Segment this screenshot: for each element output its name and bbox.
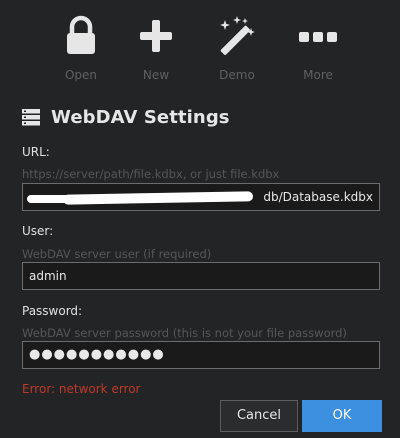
user-hint: WebDAV server user (if required) bbox=[22, 247, 212, 261]
server-icon bbox=[22, 109, 40, 126]
top-toolbar: Open New Demo More bbox=[0, 8, 400, 94]
url-hint: https://server/path/file.kdbx, or just f… bbox=[22, 167, 280, 181]
user-value: admin bbox=[29, 269, 67, 283]
cancel-button[interactable]: Cancel bbox=[220, 400, 298, 432]
webdav-settings-screen: Open New Demo More WebDAV Settings URL: … bbox=[0, 0, 400, 438]
ok-button[interactable]: OK bbox=[302, 400, 382, 432]
password-label: Password: bbox=[22, 304, 83, 318]
lock-icon bbox=[67, 15, 95, 54]
user-input[interactable]: admin bbox=[22, 262, 380, 290]
magic-wand-icon bbox=[220, 16, 255, 55]
redaction-mark bbox=[62, 191, 254, 205]
password-value: ●●●●●●●●●●● bbox=[29, 347, 165, 362]
url-input[interactable]: db/Database.kdbx bbox=[22, 183, 380, 211]
open-button[interactable]: Open bbox=[46, 8, 116, 94]
ellipsis-icon bbox=[299, 32, 337, 42]
open-label: Open bbox=[64, 68, 98, 82]
url-label: URL: bbox=[22, 145, 50, 159]
password-input[interactable]: ●●●●●●●●●●● bbox=[22, 341, 380, 369]
demo-button[interactable]: Demo bbox=[202, 8, 272, 94]
plus-icon bbox=[140, 20, 172, 52]
demo-label: Demo bbox=[219, 68, 255, 82]
password-hint: WebDAV server password (this is not your… bbox=[22, 326, 347, 340]
page-title: WebDAV Settings bbox=[51, 106, 230, 128]
user-label: User: bbox=[22, 224, 54, 238]
more-button[interactable]: More bbox=[283, 8, 353, 94]
error-message: Error: network error bbox=[22, 382, 141, 396]
more-label: More bbox=[303, 68, 333, 82]
new-label: New bbox=[142, 68, 170, 82]
new-button[interactable]: New bbox=[121, 8, 191, 94]
url-value: db/Database.kdbx bbox=[263, 190, 373, 204]
dialog-heading: WebDAV Settings bbox=[22, 104, 230, 130]
